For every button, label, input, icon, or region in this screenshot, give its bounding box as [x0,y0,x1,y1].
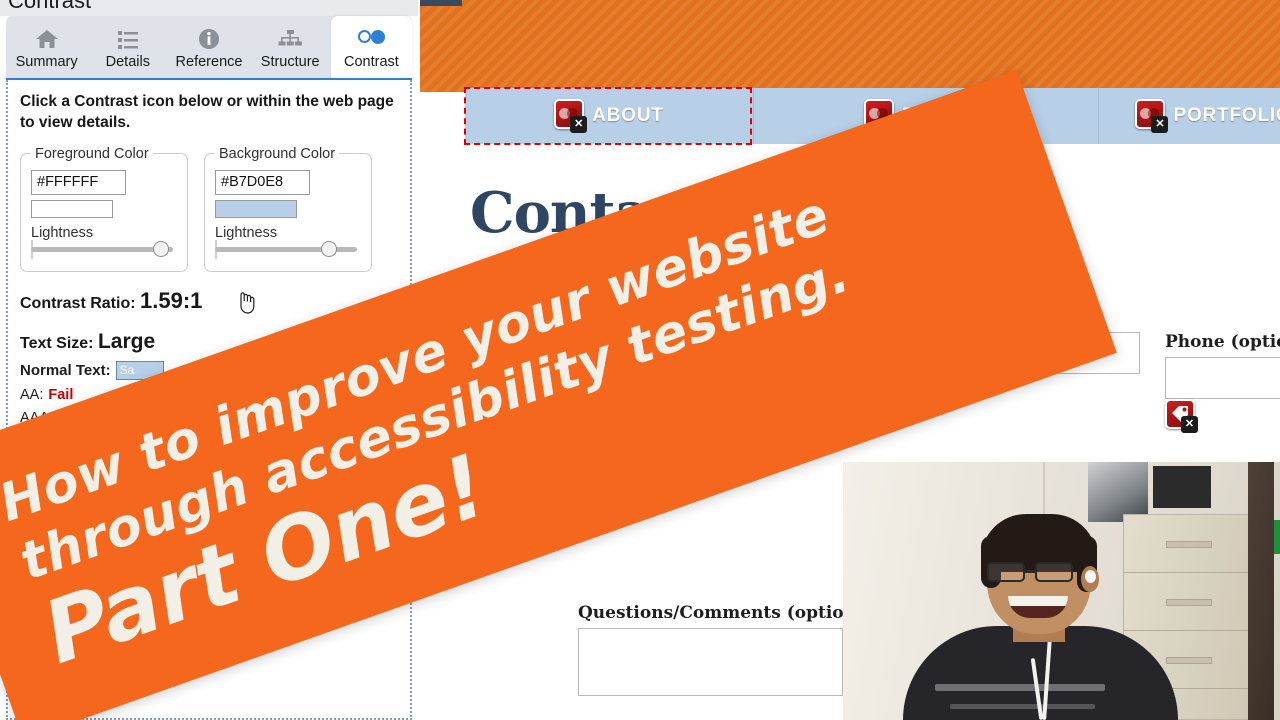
tab-summary[interactable]: Summary [6,16,87,80]
tab-label-contrast: Contrast [344,53,399,70]
contrast-circles-icon [358,27,386,51]
header-dark-tab [420,0,462,6]
list-icon [115,27,141,51]
tab-contrast[interactable]: Contrast [330,16,413,80]
background-color-fieldset: Background Color #B7D0E8 Lightness [204,145,372,272]
background-hex-input[interactable]: #B7D0E8 [215,169,310,195]
field-label-questions: Questions/Comments (optional) [578,603,882,623]
wave-contrast-error-icon[interactable]: ✕ [1135,99,1169,133]
normal-text-label: Normal Text: [20,361,111,379]
panel-hint-text: Click a Contrast icon below or within th… [20,93,394,131]
home-icon [34,27,60,51]
background-legend: Background Color [219,145,336,162]
contrast-ratio-label: Contrast Ratio: [20,294,136,312]
foreground-legend: Foreground Color [35,145,149,162]
phone-input[interactable] [1165,357,1280,399]
text-size-value: Large [97,329,156,353]
contrast-ratio-value: 1.59:1 [140,287,203,313]
tab-label-details: Details [105,53,150,70]
questions-textarea[interactable] [578,628,843,696]
nav-label-portfolio: PORTFOLIO [1173,105,1280,126]
text-size-label: Text Size: [20,334,94,352]
field-label-phone: Phone (optional) [1165,332,1280,352]
webcam-box [1153,466,1211,508]
info-icon [196,27,222,51]
wave-contrast-error-icon[interactable]: ✕ [554,99,588,133]
screenshot-stage: ✕ ABOUT ✕ RESUME ✕ PORTFOLIO [0,0,1280,720]
tab-label-reference: Reference [175,53,243,70]
foreground-lightness-label: Lightness [31,224,94,241]
result-verdict-aa: Fail [48,386,74,403]
tab-details[interactable]: Details [87,16,168,80]
nav-item-about[interactable]: ✕ ABOUT [465,88,753,144]
tab-structure[interactable]: Structure [250,16,331,80]
background-lightness-label: Lightness [215,224,278,241]
nav-label-about: ABOUT [592,105,664,126]
result-level-aa: AA: [20,386,44,403]
foreground-hex-input[interactable]: #FFFFFF [31,169,126,195]
panel-tab-bar: Summary Details Reference Structure Cont… [6,16,413,80]
form-field-phone: Phone (optional) ✕ [1165,332,1280,433]
webcam-door-frame [1248,462,1274,720]
webcam-presenter [895,508,1185,720]
foreground-color-fieldset: Foreground Color #FFFFFF Lightness [20,145,188,272]
color-controls-row: Foreground Color #FFFFFF Lightness Backg… [20,145,398,272]
presenter-webcam-video [843,462,1280,720]
tab-label-summary: Summary [15,53,78,70]
background-swatch[interactable] [215,199,297,218]
form-field-questions: Questions/Comments (optional) [578,603,882,696]
tab-label-structure: Structure [260,53,320,70]
panel-title: Contrast [8,0,92,13]
foreground-swatch[interactable] [31,199,113,218]
nav-item-portfolio[interactable]: ✕ PORTFOLIO [1098,88,1280,144]
sitemap-icon [277,27,303,51]
tab-reference[interactable]: Reference [168,16,249,80]
webcam-green-sign [1274,520,1280,554]
site-header-banner [420,0,1280,92]
